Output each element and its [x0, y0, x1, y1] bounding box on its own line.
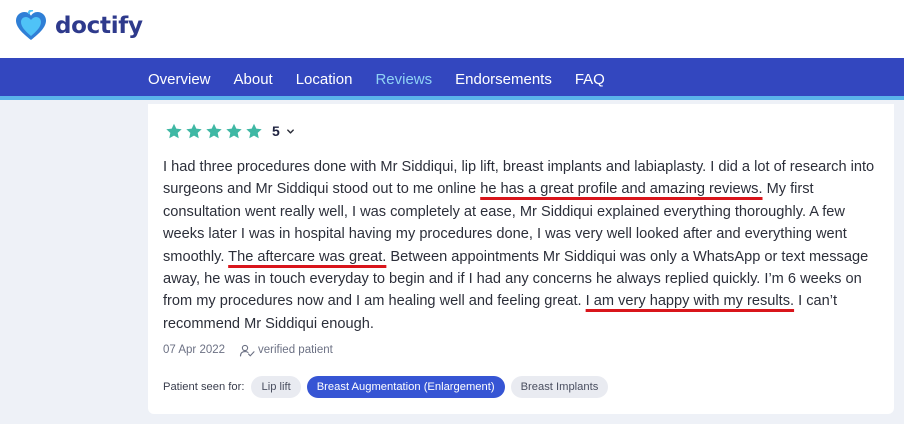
star-icon — [206, 123, 222, 138]
tab-reviews[interactable]: Reviews — [375, 71, 432, 88]
patient-seen-for: Patient seen for: Lip lift Breast Augmen… — [163, 376, 614, 398]
verified-user-icon — [239, 344, 255, 357]
rating-row[interactable]: 5 — [165, 122, 295, 140]
chevron-down-icon[interactable] — [286, 127, 295, 136]
highlighted-phrase: The aftercare was great. — [228, 248, 387, 265]
star-icon — [226, 123, 242, 138]
heart-logo-icon — [16, 10, 46, 40]
tags-label: Patient seen for: — [163, 381, 245, 393]
tag-breast-implants[interactable]: Breast Implants — [510, 376, 609, 398]
review-date: 07 Apr 2022 — [163, 344, 226, 356]
star-rating — [165, 123, 263, 140]
star-icon — [166, 123, 182, 138]
verified-label: verified patient — [258, 344, 333, 356]
star-icon — [246, 123, 262, 138]
profile-nav-bar: Overview About Location Reviews Endorsem… — [0, 58, 904, 100]
highlighted-phrase: he has a great profile and amazing revie… — [480, 181, 763, 198]
nav-tabs: Overview About Location Reviews Endorsem… — [148, 58, 628, 100]
tag-lip-lift[interactable]: Lip lift — [251, 376, 301, 398]
review-card: 5 I had three procedures done with Mr Si… — [148, 104, 894, 414]
tab-overview[interactable]: Overview — [148, 71, 211, 88]
tab-about[interactable]: About — [234, 71, 273, 88]
brand-name: doctify — [55, 13, 143, 39]
tab-faq[interactable]: FAQ — [575, 71, 605, 88]
review-text: I had three procedures done with Mr Sidd… — [163, 156, 881, 335]
doctify-logo[interactable]: doctify — [14, 9, 143, 43]
tag-breast-augmentation[interactable]: Breast Augmentation (Enlargement) — [306, 376, 505, 398]
star-icon — [186, 123, 202, 138]
tab-endorsements[interactable]: Endorsements — [455, 71, 552, 88]
verified-badge: verified patient — [239, 344, 333, 357]
tab-location[interactable]: Location — [296, 71, 353, 88]
top-header: doctify — [0, 0, 904, 58]
rating-value: 5 — [272, 123, 280, 139]
review-meta: 07 Apr 2022 verified patient — [163, 342, 333, 358]
highlighted-phrase: I am very happy with my results. — [585, 293, 795, 310]
